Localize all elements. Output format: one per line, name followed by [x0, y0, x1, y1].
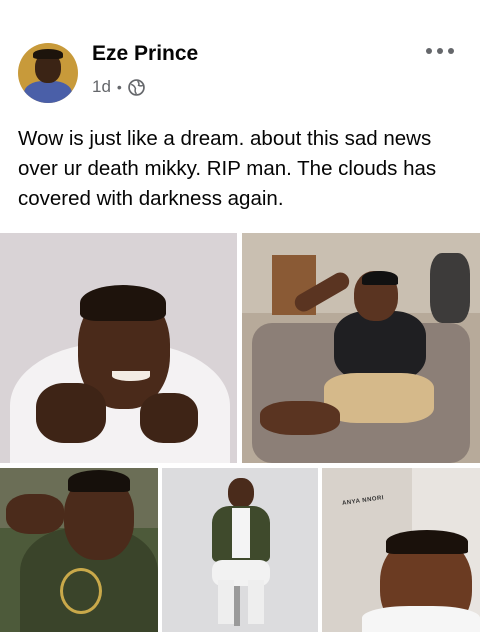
post-photo-1[interactable] — [0, 233, 237, 463]
post-header: Eze Prince 1d • — [0, 0, 480, 110]
avatar-cap — [33, 49, 63, 59]
more-options-icon[interactable] — [426, 42, 454, 60]
post-photo-4[interactable] — [162, 468, 318, 632]
globe-icon[interactable] — [128, 78, 145, 96]
post-text: Wow is just like a dream. about this sad… — [18, 127, 437, 210]
post-photo-3[interactable] — [0, 468, 158, 632]
post-meta: 1d • — [92, 77, 145, 97]
author-name[interactable]: Eze Prince — [92, 42, 198, 66]
meta-separator: • — [116, 79, 122, 95]
post-photo-2[interactable] — [242, 233, 480, 463]
avatar[interactable] — [18, 43, 78, 103]
avatar-body — [24, 81, 72, 103]
post-photo-5[interactable] — [322, 468, 480, 632]
post-time[interactable]: 1d — [92, 77, 111, 97]
